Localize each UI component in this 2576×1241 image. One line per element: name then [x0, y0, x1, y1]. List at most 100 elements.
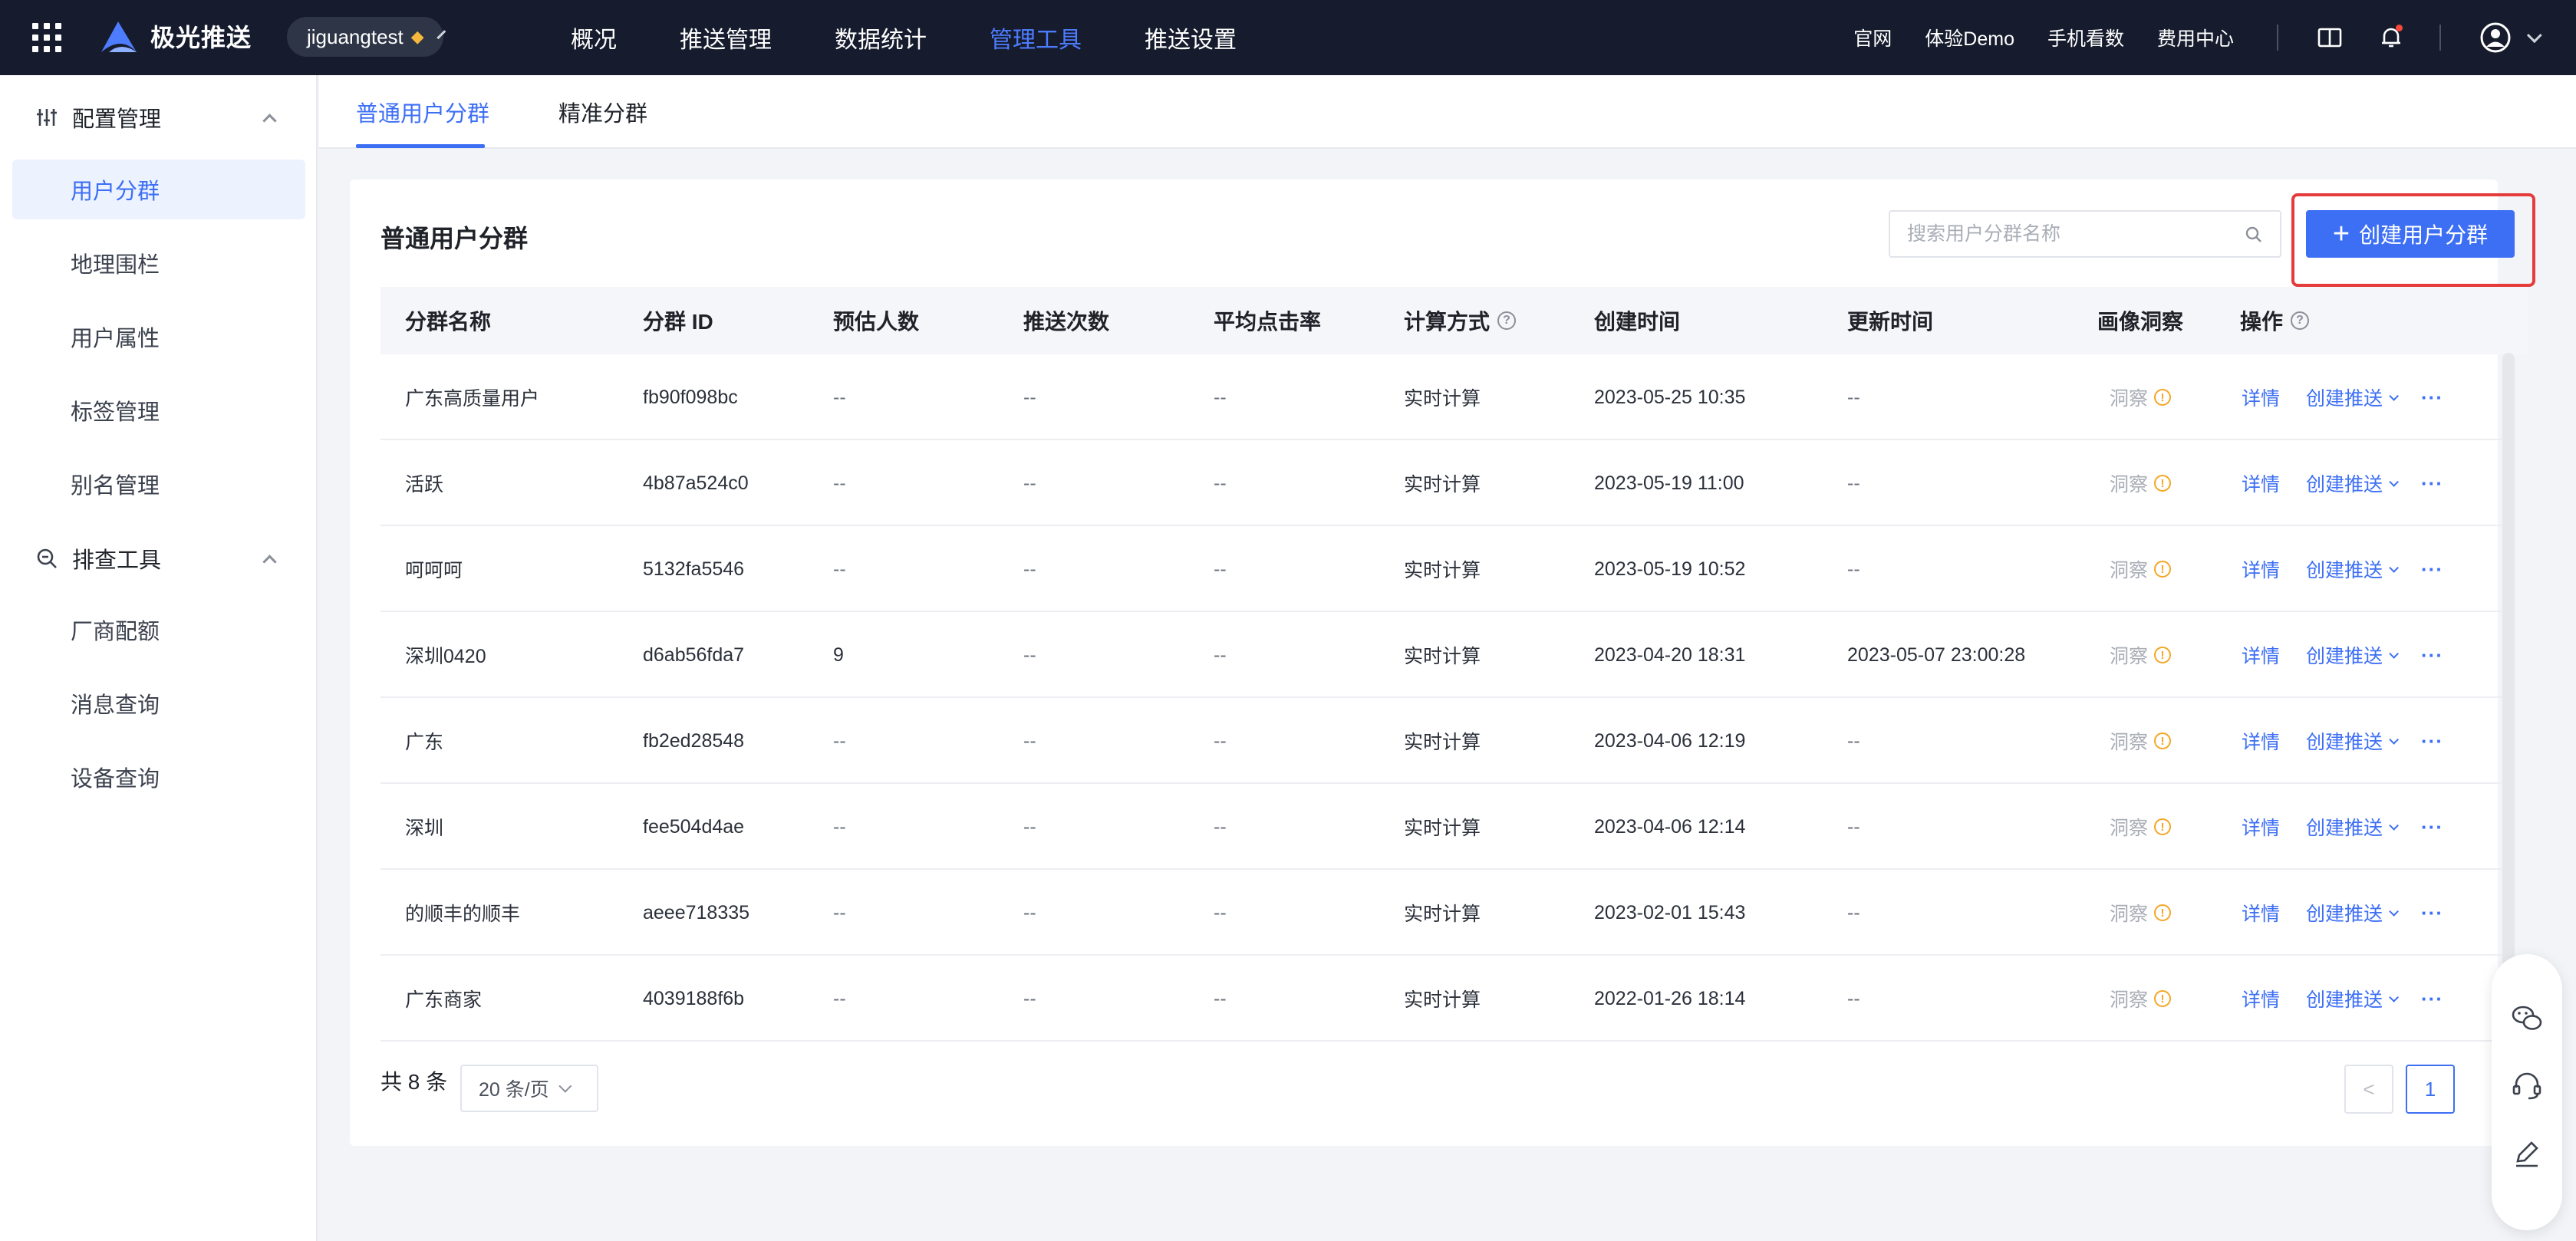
info-warning-icon[interactable]: !: [2154, 389, 2172, 406]
sidebar-item-user-segments[interactable]: 用户分群: [12, 160, 305, 219]
detail-link[interactable]: 详情: [2242, 870, 2280, 956]
nav-push-management[interactable]: 推送管理: [680, 21, 772, 54]
detail-link[interactable]: 详情: [2242, 440, 2280, 526]
insight-label: 洞察: [2110, 474, 2149, 495]
nav-statistics[interactable]: 数据统计: [835, 21, 927, 54]
nav-push-settings[interactable]: 推送设置: [1145, 21, 1237, 54]
insight-cell[interactable]: 洞察!: [2110, 784, 2172, 870]
search-input[interactable]: [1907, 222, 2229, 245]
link-mobile-dashboard[interactable]: 手机看数: [2047, 24, 2124, 51]
tab-normal-segments[interactable]: 普通用户分群: [356, 75, 489, 149]
link-billing[interactable]: 费用中心: [2157, 24, 2234, 51]
info-warning-icon[interactable]: !: [2154, 732, 2172, 749]
link-official-site[interactable]: 官网: [1853, 24, 1892, 51]
info-warning-icon[interactable]: !: [2154, 647, 2172, 663]
cell-estimated-users: --: [833, 901, 846, 923]
create-push-dropdown[interactable]: 创建推送: [2306, 956, 2400, 1042]
nav-overview[interactable]: 概况: [571, 21, 617, 54]
more-actions-icon[interactable]: ···: [2421, 526, 2443, 612]
more-actions-icon[interactable]: ···: [2421, 440, 2443, 526]
sidebar-item-alias-management[interactable]: 别名管理: [12, 454, 305, 514]
detail-link[interactable]: 详情: [2242, 956, 2280, 1042]
cell-updated-time: --: [1847, 472, 1860, 494]
create-push-dropdown[interactable]: 创建推送: [2306, 612, 2400, 698]
cell-push-count: --: [1023, 729, 1036, 752]
sidebar-item-geofence[interactable]: 地理围栏: [12, 233, 305, 293]
create-push-dropdown[interactable]: 创建推送: [2306, 440, 2400, 526]
info-warning-icon[interactable]: !: [2154, 904, 2172, 921]
more-actions-icon[interactable]: ···: [2421, 784, 2443, 870]
sidebar-item-tag-management[interactable]: 标签管理: [12, 380, 305, 440]
sidebar-item-vendor-quota[interactable]: 厂商配额: [12, 600, 305, 660]
cell-segment-id: 5132fa5546: [643, 558, 745, 580]
insight-label: 洞察: [2110, 388, 2149, 410]
more-actions-icon[interactable]: ···: [2421, 354, 2443, 440]
sidebar-group-troubleshoot[interactable]: 排查工具: [0, 532, 318, 585]
create-push-dropdown[interactable]: 创建推送: [2306, 354, 2400, 440]
create-push-dropdown[interactable]: 创建推送: [2306, 870, 2400, 956]
cell-push-count: --: [1023, 644, 1036, 666]
tab-precise-segments[interactable]: 精准分群: [558, 75, 647, 149]
more-actions-icon[interactable]: ···: [2421, 612, 2443, 698]
app-switcher[interactable]: jiguangtest ◆: [287, 17, 446, 57]
create-push-dropdown[interactable]: 创建推送: [2306, 526, 2400, 612]
user-menu[interactable]: [2479, 21, 2542, 54]
detail-link[interactable]: 详情: [2242, 784, 2280, 870]
detail-link[interactable]: 详情: [2242, 612, 2280, 698]
search-icon[interactable]: [2245, 225, 2263, 244]
insight-cell[interactable]: 洞察!: [2110, 354, 2172, 440]
insight-cell[interactable]: 洞察!: [2110, 612, 2172, 698]
sidebar-item-user-attributes[interactable]: 用户属性: [12, 307, 305, 367]
insight-cell[interactable]: 洞察!: [2110, 440, 2172, 526]
create-push-dropdown[interactable]: 创建推送: [2306, 784, 2400, 870]
brand-logo[interactable]: 极光推送: [98, 18, 252, 54]
info-warning-icon[interactable]: !: [2154, 818, 2172, 835]
cell-calc-method: 实时计算: [1404, 818, 1481, 839]
help-icon[interactable]: ?: [1497, 311, 1517, 330]
cell-segment-id: 4b87a524c0: [643, 472, 749, 494]
insight-cell[interactable]: 洞察!: [2110, 956, 2172, 1042]
cell-segment-id: d6ab56fda7: [643, 644, 745, 666]
cell-avg-ctr: --: [1214, 472, 1227, 494]
cell-push-count: --: [1023, 815, 1036, 838]
cell-segment-name: 深圳: [405, 818, 444, 839]
insight-cell[interactable]: 洞察!: [2110, 526, 2172, 612]
detail-link[interactable]: 详情: [2242, 354, 2280, 440]
detail-link[interactable]: 详情: [2242, 526, 2280, 612]
cell-updated-time: --: [1847, 901, 1860, 923]
sidebar-item-device-query[interactable]: 设备查询: [12, 747, 305, 807]
table-scrollbar[interactable]: [2502, 353, 2515, 1043]
insight-label: 洞察: [2110, 818, 2149, 839]
sidebar-group-config[interactable]: 配置管理: [0, 91, 318, 144]
notification-dot: [2396, 25, 2403, 31]
info-warning-icon[interactable]: !: [2154, 990, 2172, 1007]
cell-segment-name: 广东高质量用户: [405, 388, 540, 410]
edit-icon[interactable]: [2510, 1137, 2544, 1170]
help-icon[interactable]: ?: [2291, 311, 2310, 330]
wechat-icon[interactable]: [2510, 1002, 2544, 1035]
cell-calc-method: 实时计算: [1404, 904, 1481, 925]
detail-link[interactable]: 详情: [2242, 698, 2280, 784]
prev-page-button[interactable]: <: [2344, 1065, 2393, 1114]
apps-grid-icon[interactable]: [32, 23, 61, 52]
nav-management-tools[interactable]: 管理工具: [990, 21, 1082, 54]
customer-service-icon[interactable]: [2510, 1069, 2544, 1103]
info-warning-icon[interactable]: !: [2154, 561, 2172, 578]
info-warning-icon[interactable]: !: [2154, 475, 2172, 492]
book-icon[interactable]: [2317, 25, 2343, 51]
chevron-down-icon: [2389, 648, 2400, 659]
insight-cell[interactable]: 洞察!: [2110, 698, 2172, 784]
page-size-select[interactable]: 20 条/页: [460, 1065, 598, 1112]
more-actions-icon[interactable]: ···: [2421, 870, 2443, 956]
sidebar-item-message-query[interactable]: 消息查询: [12, 673, 305, 733]
more-actions-icon[interactable]: ···: [2421, 698, 2443, 784]
more-actions-icon[interactable]: ···: [2421, 956, 2443, 1042]
bell-icon[interactable]: [2378, 25, 2404, 51]
cell-calc-method: 实时计算: [1404, 732, 1481, 753]
create-push-dropdown[interactable]: 创建推送: [2306, 698, 2400, 784]
page-button[interactable]: 1: [2406, 1065, 2455, 1114]
link-demo[interactable]: 体验Demo: [1925, 24, 2014, 51]
create-segment-button[interactable]: + 创建用户分群: [2306, 210, 2515, 258]
cell-created-time: 2023-04-06 12:19: [1594, 729, 1746, 752]
insight-cell[interactable]: 洞察!: [2110, 870, 2172, 956]
